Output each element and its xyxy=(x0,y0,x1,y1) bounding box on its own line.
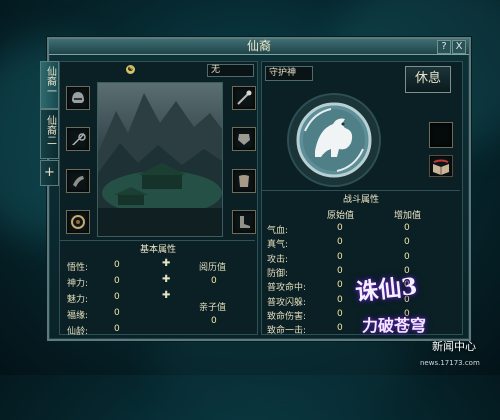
help-button[interactable]: ? xyxy=(437,40,451,54)
tab-add-label: + xyxy=(44,165,55,180)
stat-label-insight: 悟性: xyxy=(67,263,89,273)
combat-stat-base-value: 0 xyxy=(337,265,343,276)
weapon-icon xyxy=(72,133,86,145)
combat-stat-base-value: 0 xyxy=(337,308,343,319)
increase-charm-button[interactable]: ✚ xyxy=(162,290,170,301)
column-bonus-value: 增加值 xyxy=(394,211,422,221)
combat-stat-bonus-value: 0 xyxy=(404,237,410,248)
combat-stat-label: 普攻闪躲: xyxy=(267,297,307,308)
combat-stat-label: 致命一击: xyxy=(267,326,307,337)
equip-slot-helmet[interactable] xyxy=(66,86,90,110)
tab-pet-2-label: 仙裔二 xyxy=(44,115,56,145)
stat-value-divine-power: 0 xyxy=(114,276,120,286)
divider xyxy=(60,240,255,241)
stat-label-divine-power: 神力: xyxy=(67,279,89,289)
ring-icon xyxy=(71,215,85,229)
combat-stat-label: 防御: xyxy=(267,268,289,279)
combat-stat-base-value: 0 xyxy=(337,323,343,334)
guardian-tag: 守护神 xyxy=(265,66,313,81)
equip-slot-arm[interactable] xyxy=(66,169,90,193)
stat-label-age: 仙龄: xyxy=(67,327,89,337)
basic-attributes-header: 基本属性 xyxy=(139,245,176,255)
combat-stat-label: 普攻命中: xyxy=(267,283,307,294)
combat-stat-base-value: 0 xyxy=(337,251,343,262)
combat-stat-label: 真气: xyxy=(267,240,289,251)
window-title: 仙裔 xyxy=(246,39,271,53)
combat-stat-bonus-value: 0 xyxy=(404,251,410,262)
equip-slot-boots[interactable] xyxy=(232,210,256,234)
experience-label: 阅历值 xyxy=(199,263,227,273)
staff-icon xyxy=(237,90,252,105)
title-bar[interactable]: 仙裔 ? X xyxy=(49,39,469,55)
divider xyxy=(262,190,460,191)
tab-pet-1[interactable]: 仙裔一 xyxy=(40,61,59,109)
guardian-emblem-icon xyxy=(287,93,381,187)
stat-label-fortune: 福缘: xyxy=(67,311,89,321)
pet-gender-icon: ☯ xyxy=(126,65,135,74)
experience-value: 0 xyxy=(211,276,217,286)
cloak-icon xyxy=(239,175,249,187)
helmet-icon xyxy=(72,92,84,103)
combat-stat-label: 气血: xyxy=(267,226,289,236)
stat-value-charm: 0 xyxy=(114,292,120,302)
equip-slot-weapon[interactable] xyxy=(66,127,90,151)
combat-stat-base-value: 0 xyxy=(337,280,343,291)
column-base-value: 原始值 xyxy=(327,211,355,221)
combat-stat-label: 攻击: xyxy=(267,254,289,265)
stat-value-fortune: 0 xyxy=(114,308,120,318)
mountain-scene-image xyxy=(98,93,222,236)
equip-slot-staff[interactable] xyxy=(232,86,256,110)
pet-name-field[interactable]: 无 xyxy=(207,64,254,77)
combat-attributes-header: 战斗属性 xyxy=(342,195,379,205)
stat-value-age: 0 xyxy=(114,324,120,334)
equip-slot-ring[interactable] xyxy=(66,210,90,234)
combat-stat-base-value: 0 xyxy=(337,294,343,305)
combat-stat-bonus-value: 0 xyxy=(404,223,410,233)
close-button[interactable]: X xyxy=(452,40,466,54)
news-center-label: 新闻中心 xyxy=(432,340,476,353)
combat-stat-base-value: 0 xyxy=(337,223,343,233)
affinity-label: 亲子值 xyxy=(199,303,227,313)
armor-icon xyxy=(238,134,250,145)
stat-value-insight: 0 xyxy=(114,260,120,270)
skill-book-slot[interactable] xyxy=(429,155,453,177)
increase-insight-button[interactable]: ✚ xyxy=(162,258,170,269)
bracer-icon xyxy=(73,176,84,187)
tab-add[interactable]: + xyxy=(40,160,59,186)
increase-divine-power-button[interactable]: ✚ xyxy=(162,274,170,285)
rest-button[interactable]: 休息 xyxy=(405,66,451,93)
site-url-label: news.17173.com xyxy=(420,359,480,367)
tab-pet-2[interactable]: 仙裔二 xyxy=(40,109,59,159)
combat-stat-label: 致命伤害: xyxy=(267,311,307,322)
guardian-slot[interactable] xyxy=(429,122,453,148)
tab-pet-1-label: 仙裔一 xyxy=(44,66,56,96)
equip-slot-armor[interactable] xyxy=(232,127,256,151)
combat-stat-base-value: 0 xyxy=(337,237,343,248)
pet-scene-portrait xyxy=(97,82,223,237)
affinity-value: 0 xyxy=(211,316,217,326)
book-icon xyxy=(433,159,449,175)
equip-slot-cloak[interactable] xyxy=(232,169,256,193)
game-logo: 诛仙3 xyxy=(354,272,419,307)
game-logo-subtitle: 力破苍穹 xyxy=(362,316,427,335)
boots-icon xyxy=(240,216,250,228)
stat-label-charm: 魅力: xyxy=(67,295,89,305)
